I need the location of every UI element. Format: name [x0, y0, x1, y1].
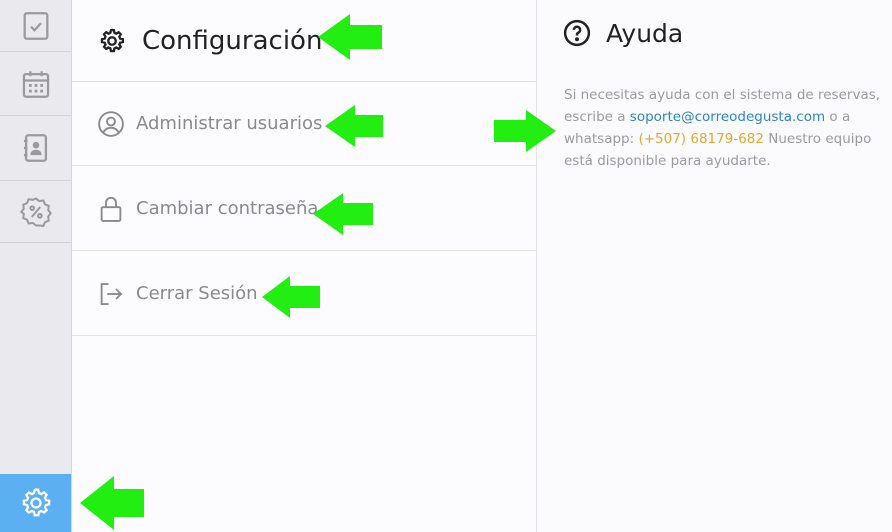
page-title: Configuración	[142, 25, 323, 56]
support-email-link[interactable]: soporte@correodegusta.com	[630, 109, 825, 125]
annotation-arrow-icon	[318, 14, 382, 60]
help-panel: Ayuda Si necesitas ayuda con el sistema …	[538, 0, 892, 532]
logout-icon	[100, 282, 123, 305]
annotation-arrow-icon	[80, 476, 144, 530]
contacts-book-icon	[23, 134, 47, 162]
annotation-arrow-icon	[494, 110, 556, 152]
gear-icon	[100, 28, 125, 52]
user-circle-icon	[98, 110, 124, 137]
annotation-arrow-icon	[262, 276, 320, 318]
logout-label: Cerrar Sesión	[136, 283, 258, 304]
whatsapp-phone[interactable]: (+507) 68179-682	[638, 131, 764, 147]
gear-icon	[22, 488, 50, 517]
percent-badge-icon	[19, 196, 52, 227]
sidebar-item-tasks[interactable]	[0, 0, 71, 52]
calendar-check-icon	[23, 11, 48, 40]
calendar-grid-icon	[22, 70, 49, 98]
change-password-label: Cambiar contraseña	[136, 198, 319, 219]
change-password-item[interactable]: Cambiar contraseña	[72, 167, 537, 251]
manage-users-item[interactable]: Administrar usuarios	[72, 82, 537, 166]
lock-icon	[100, 196, 122, 222]
manage-users-label: Administrar usuarios	[136, 113, 323, 134]
settings-panel: Configuración Administrar usuarios Cambi…	[72, 0, 537, 532]
help-header: Ayuda	[562, 18, 683, 48]
sidebar-item-contacts[interactable]	[0, 116, 71, 181]
sidebar-item-settings[interactable]	[0, 474, 71, 532]
help-text: Si necesitas ayuda con el sistema de res…	[564, 84, 882, 172]
sidebar-item-discounts[interactable]	[0, 181, 71, 243]
question-circle-icon	[563, 19, 591, 47]
settings-header: Configuración	[72, 0, 537, 82]
help-title: Ayuda	[606, 18, 684, 48]
sidebar	[0, 0, 72, 532]
annotation-arrow-icon	[313, 193, 373, 235]
annotation-arrow-icon	[325, 105, 383, 147]
sidebar-item-calendar[interactable]	[0, 52, 71, 116]
